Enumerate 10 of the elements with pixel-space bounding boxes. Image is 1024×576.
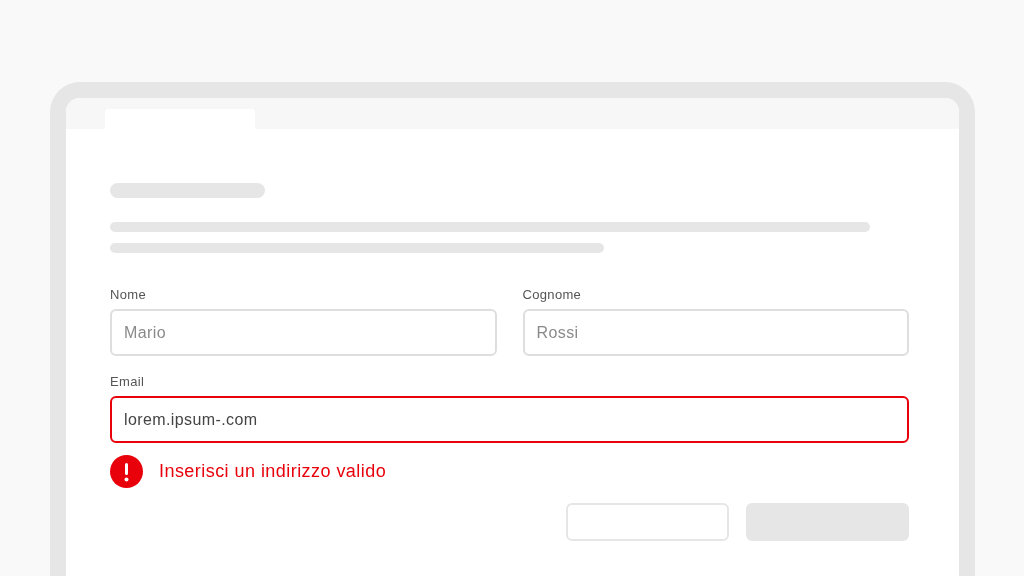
error-icon (110, 455, 143, 488)
field-label: Cognome (522, 287, 582, 303)
button-placeholder[interactable] (746, 503, 909, 541)
field-label: Nome (110, 287, 146, 303)
input-field[interactable]: Mario (110, 309, 497, 356)
input-field[interactable]: lorem.ipsum-.com (110, 396, 909, 443)
error-message: Inserisci un indirizzo valido (159, 460, 387, 483)
input-field[interactable]: Rossi (522, 309, 909, 356)
button-placeholder[interactable] (566, 503, 729, 541)
field-label: Email (110, 374, 145, 390)
